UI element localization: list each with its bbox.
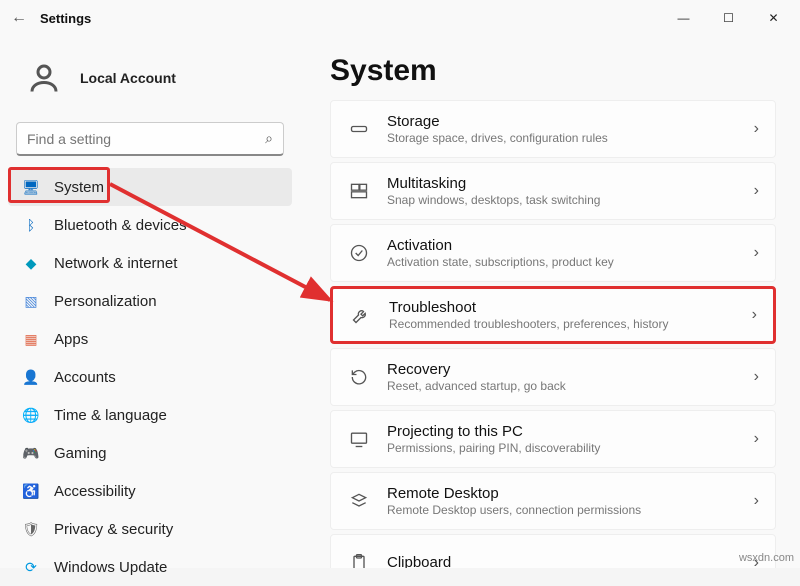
sidebar-item-label: Apps <box>54 331 88 348</box>
sidebar-item-network-internet[interactable]: ◆ Network & internet <box>8 244 292 282</box>
account-block[interactable]: Local Account <box>8 46 292 118</box>
sidebar-item-label: Privacy & security <box>54 521 173 538</box>
wifi-icon: ◆ <box>22 254 40 272</box>
projecting-icon <box>345 429 373 449</box>
sidebar-item-label: Windows Update <box>54 559 167 576</box>
chevron-right-icon: › <box>754 430 759 448</box>
sidebar-item-time-language[interactable]: 🌐 Time & language <box>8 396 292 434</box>
row-subtitle: Storage space, drives, configuration rul… <box>387 131 754 145</box>
row-title: Clipboard <box>387 554 754 568</box>
sidebar-item-label: Accounts <box>54 369 116 386</box>
titlebar: ← Settings — ☐ ✕ <box>0 0 800 36</box>
wrench-icon <box>347 305 375 325</box>
page-title: System <box>330 54 776 88</box>
chevron-right-icon: › <box>752 306 757 324</box>
person-icon: 👤 <box>22 368 40 386</box>
sidebar-item-accessibility[interactable]: ♿ Accessibility <box>8 472 292 510</box>
settings-row-multitasking[interactable]: Multitasking Snap windows, desktops, tas… <box>330 162 776 220</box>
account-name: Local Account <box>80 70 176 86</box>
row-subtitle: Permissions, pairing PIN, discoverabilit… <box>387 441 754 455</box>
sidebar-item-label: Network & internet <box>54 255 177 272</box>
settings-row-recovery[interactable]: Recovery Reset, advanced startup, go bac… <box>330 348 776 406</box>
search-box[interactable]: ⌕ <box>16 122 284 156</box>
row-title: Recovery <box>387 361 754 379</box>
avatar-icon <box>22 56 66 100</box>
bluetooth-icon: ᛒ <box>22 216 40 234</box>
sidebar-item-apps[interactable]: ▦ Apps <box>8 320 292 358</box>
chevron-right-icon: › <box>754 492 759 510</box>
settings-row-clipboard[interactable]: Clipboard › <box>330 534 776 568</box>
sidebar-item-gaming[interactable]: 🎮 Gaming <box>8 434 292 472</box>
multitasking-icon <box>345 181 373 201</box>
accessibility-icon: ♿ <box>22 482 40 500</box>
recovery-icon <box>345 367 373 387</box>
storage-icon <box>345 119 373 139</box>
sidebar-item-label: Gaming <box>54 445 107 462</box>
update-icon: ⟳ <box>22 558 40 576</box>
row-title: Troubleshoot <box>389 299 752 317</box>
back-button[interactable]: ← <box>4 3 34 33</box>
sidebar-item-bluetooth-devices[interactable]: ᛒ Bluetooth & devices <box>8 206 292 244</box>
watermark: wsxdn.com <box>739 552 794 564</box>
chevron-right-icon: › <box>754 182 759 200</box>
window-title: Settings <box>40 11 91 26</box>
sidebar-item-label: Accessibility <box>54 483 136 500</box>
chevron-right-icon: › <box>754 368 759 386</box>
row-title: Multitasking <box>387 175 754 193</box>
row-subtitle: Reset, advanced startup, go back <box>387 379 754 393</box>
sidebar-item-accounts[interactable]: 👤 Accounts <box>8 358 292 396</box>
row-subtitle: Activation state, subscriptions, product… <box>387 255 754 269</box>
monitor-icon: 🖥 <box>22 178 40 196</box>
apps-icon: ▦ <box>22 330 40 348</box>
main-panel: System Storage Storage space, drives, co… <box>300 36 800 568</box>
row-subtitle: Recommended troubleshooters, preferences… <box>389 317 752 331</box>
sidebar-item-label: Bluetooth & devices <box>54 217 187 234</box>
row-title: Activation <box>387 237 754 255</box>
close-button[interactable]: ✕ <box>751 3 796 33</box>
clock-globe-icon: 🌐 <box>22 406 40 424</box>
sidebar-item-system[interactable]: 🖥 System <box>8 168 292 206</box>
row-subtitle: Remote Desktop users, connection permiss… <box>387 503 754 517</box>
activation-icon <box>345 243 373 263</box>
settings-row-remote-desktop[interactable]: Remote Desktop Remote Desktop users, con… <box>330 472 776 530</box>
shield-icon: 🛡 <box>22 520 40 538</box>
settings-row-projecting-to-this-pc[interactable]: Projecting to this PC Permissions, pairi… <box>330 410 776 468</box>
settings-row-troubleshoot[interactable]: Troubleshoot Recommended troubleshooters… <box>330 286 776 344</box>
row-title: Storage <box>387 113 754 131</box>
chevron-right-icon: › <box>754 120 759 138</box>
row-title: Projecting to this PC <box>387 423 754 441</box>
remote-desktop-icon <box>345 491 373 511</box>
settings-row-activation[interactable]: Activation Activation state, subscriptio… <box>330 224 776 282</box>
clipboard-icon <box>345 553 373 568</box>
search-icon: ⌕ <box>265 130 273 147</box>
sidebar-item-windows-update[interactable]: ⟳ Windows Update <box>8 548 292 586</box>
sidebar-item-label: Personalization <box>54 293 157 310</box>
search-input[interactable] <box>27 131 265 147</box>
sidebar-item-label: Time & language <box>54 407 167 424</box>
row-subtitle: Snap windows, desktops, task switching <box>387 193 754 207</box>
sidebar-item-privacy-security[interactable]: 🛡 Privacy & security <box>8 510 292 548</box>
row-title: Remote Desktop <box>387 485 754 503</box>
maximize-button[interactable]: ☐ <box>706 3 751 33</box>
sidebar-item-personalization[interactable]: ▧ Personalization <box>8 282 292 320</box>
minimize-button[interactable]: — <box>661 3 706 33</box>
sidebar-item-label: System <box>54 179 104 196</box>
chevron-right-icon: › <box>754 244 759 262</box>
settings-row-storage[interactable]: Storage Storage space, drives, configura… <box>330 100 776 158</box>
sidebar: Local Account ⌕ 🖥 System ᛒ Bluetooth & devi… <box>0 36 300 568</box>
paint-icon: ▧ <box>22 292 40 310</box>
gamepad-icon: 🎮 <box>22 444 40 462</box>
